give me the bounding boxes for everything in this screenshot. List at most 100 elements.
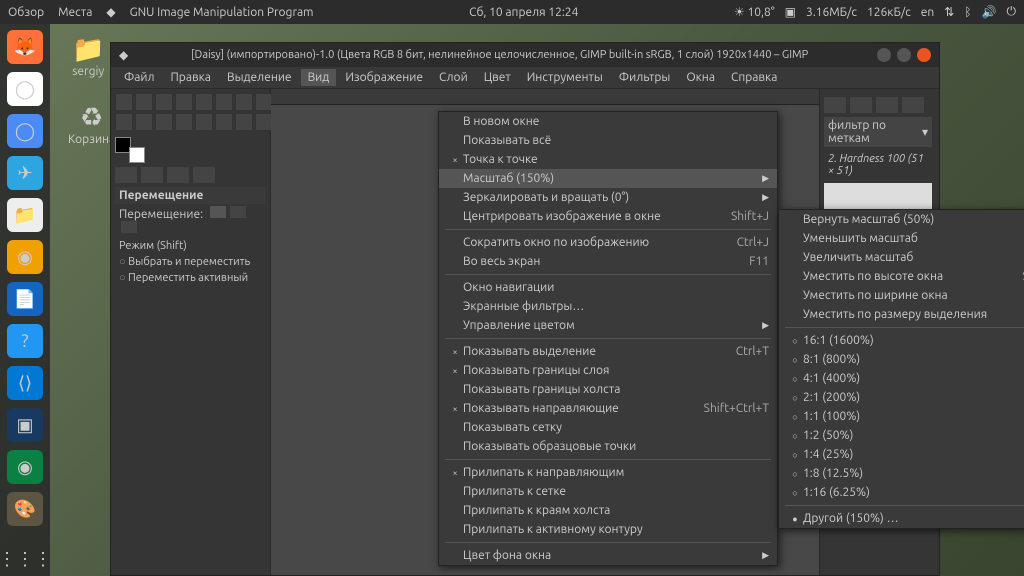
desktop-trash[interactable]: ♻Корзина <box>68 102 115 146</box>
move-target-path[interactable] <box>121 221 137 233</box>
power-icon[interactable]: ⏻ <box>1007 5 1017 19</box>
tool-12[interactable] <box>195 113 213 131</box>
move-pick[interactable]: Выбрать и переместить <box>115 254 266 270</box>
canvas-area[interactable]: В новом окнеПоказывать всё×Точка к точке… <box>271 89 819 575</box>
tool-4[interactable] <box>195 93 213 111</box>
tab-history[interactable] <box>902 97 924 113</box>
menu-справка[interactable]: Справка <box>724 69 784 86</box>
menu-item[interactable]: Уместить по размеру выделения <box>779 305 1024 324</box>
dock-help[interactable]: ? <box>7 324 43 358</box>
network-icon[interactable]: ⇅ <box>944 5 954 19</box>
dock-chrome[interactable]: ◯ <box>7 72 43 106</box>
tool-6[interactable] <box>235 93 253 111</box>
tab-fonts[interactable] <box>876 97 898 113</box>
menu-item[interactable]: Прилипать к сетке <box>439 482 777 501</box>
menu-item[interactable]: ○1:4 (25%)Shift+3 <box>779 445 1024 464</box>
minimize-button[interactable] <box>877 48 891 62</box>
menu-item[interactable]: Масштаб (150%)▶ <box>439 169 777 188</box>
dock-gimp[interactable]: 🎨 <box>7 492 43 526</box>
app-menu[interactable]: GNU Image Manipulation Program <box>130 6 314 19</box>
menu-item[interactable]: ○1:1 (100%)1 <box>779 407 1024 426</box>
menu-item[interactable]: Прилипать к активному контуру <box>439 520 777 539</box>
dock-virtualbox[interactable]: ▣ <box>7 408 43 442</box>
maximize-button[interactable] <box>897 48 911 62</box>
menu-item[interactable]: ○1:2 (50%)Shift+2 <box>779 426 1024 445</box>
menu-выделение[interactable]: Выделение <box>220 69 299 86</box>
tab-undo[interactable] <box>193 167 215 183</box>
menu-item[interactable]: Во весь экранF11 <box>439 252 777 271</box>
menu-item[interactable]: Экранные фильтры… <box>439 297 777 316</box>
menu-item[interactable]: Показывать всё <box>439 131 777 150</box>
menu-item[interactable]: Увеличить масштаб+ <box>779 248 1024 267</box>
tool-11[interactable] <box>175 113 193 131</box>
tool-3[interactable] <box>175 93 193 111</box>
menu-изображение[interactable]: Изображение <box>338 69 430 86</box>
move-target-selection[interactable] <box>230 206 246 218</box>
menu-item[interactable]: ×Показывать направляющиеShift+Ctrl+T <box>439 399 777 418</box>
dock-rhythmbox[interactable]: ◉ <box>7 240 43 274</box>
menu-инструменты[interactable]: Инструменты <box>520 69 610 86</box>
menu-item[interactable]: Уменьшить масштаб- <box>779 229 1024 248</box>
tool-13[interactable] <box>215 113 233 131</box>
filter-tags-input[interactable]: фильтр по меткам▾ <box>824 117 932 147</box>
menu-вид[interactable]: Вид <box>301 69 337 86</box>
menu-item[interactable]: Показывать границы холста <box>439 380 777 399</box>
menu-item[interactable]: Показывать сетку <box>439 418 777 437</box>
tool-9[interactable] <box>135 113 153 131</box>
menu-item[interactable]: Окно навигации <box>439 278 777 297</box>
menu-item[interactable]: ○1:16 (6.25%)Shift+5 <box>779 483 1024 502</box>
color-swatches[interactable] <box>115 137 145 163</box>
menu-item[interactable]: Уместить по ширине окна <box>779 286 1024 305</box>
menu-item[interactable]: ×Показывать границы слоя <box>439 361 777 380</box>
color-icon[interactable]: ▣ <box>785 5 796 19</box>
menu-item[interactable]: Сократить окно по изображениюCtrl+J <box>439 233 777 252</box>
bluetooth-icon[interactable]: ᛒ <box>964 6 971 19</box>
tool-8[interactable] <box>115 113 133 131</box>
menu-цвет[interactable]: Цвет <box>477 69 518 86</box>
tab-tool-options[interactable] <box>115 167 137 183</box>
menu-item[interactable]: Уместить по высоте окнаShift+Ctrl+J <box>779 267 1024 286</box>
clock[interactable]: Сб, 10 апреля 12:24 <box>328 6 720 19</box>
menu-item[interactable]: Вернуть масштаб (50%)` <box>779 210 1024 229</box>
menu-item[interactable]: ×Точка к точке <box>439 150 777 169</box>
dock-files[interactable]: 📁 <box>7 198 43 232</box>
dock-telegram[interactable]: ✈ <box>7 156 43 190</box>
activities[interactable]: Обзор <box>8 6 44 19</box>
weather-indicator[interactable]: ☀ 10,8° <box>734 5 775 19</box>
menu-файл[interactable]: Файл <box>117 69 162 86</box>
tool-0[interactable] <box>115 93 133 111</box>
dock-anydesk[interactable]: ◉ <box>7 450 43 484</box>
menu-item[interactable]: ○4:1 (400%)3 <box>779 369 1024 388</box>
menu-item[interactable]: В новом окне <box>439 112 777 131</box>
tool-10[interactable] <box>155 113 173 131</box>
close-button[interactable] <box>917 48 931 62</box>
menu-item[interactable]: Показывать образцовые точки <box>439 437 777 456</box>
desktop-home[interactable]: 📁sergiy <box>72 34 104 78</box>
dock-writer[interactable]: 📄 <box>7 282 43 316</box>
tool-5[interactable] <box>215 93 233 111</box>
menu-item[interactable]: ×Показывать выделениеCtrl+T <box>439 342 777 361</box>
move-target-layer[interactable] <box>210 206 226 218</box>
menu-фильтры[interactable]: Фильтры <box>612 69 678 86</box>
dock-firefox[interactable]: 🦊 <box>7 30 43 64</box>
menu-окна[interactable]: Окна <box>679 69 722 86</box>
menu-item[interactable]: Прилипать к краям холста <box>439 501 777 520</box>
menu-правка[interactable]: Правка <box>164 69 218 86</box>
menu-item[interactable]: Управление цветом▶ <box>439 316 777 335</box>
menu-item[interactable]: ○1:8 (12.5%)Shift+4 <box>779 464 1024 483</box>
menu-item[interactable]: Цвет фона окна▶ <box>439 546 777 565</box>
menu-item[interactable]: Центрировать изображение в окнеShift+J <box>439 207 777 226</box>
places-menu[interactable]: Места <box>58 6 92 19</box>
menu-item[interactable]: ○2:1 (200%)2 <box>779 388 1024 407</box>
menu-item[interactable]: ○8:1 (800%)4 <box>779 350 1024 369</box>
lang-indicator[interactable]: en <box>921 6 934 19</box>
dock-chromium[interactable]: ◯ <box>7 114 43 148</box>
tab-images[interactable] <box>167 167 189 183</box>
tab-brushes[interactable] <box>824 97 846 113</box>
dock-apps[interactable]: ⋮⋮⋮ <box>7 542 43 576</box>
menu-item[interactable]: Зеркалировать и вращать (0°)▶ <box>439 188 777 207</box>
menu-item[interactable]: ○16:1 (1600%)5 <box>779 331 1024 350</box>
tab-device[interactable] <box>141 167 163 183</box>
menu-слой[interactable]: Слой <box>432 69 475 86</box>
dock-vscode[interactable]: ⟨⟩ <box>7 366 43 400</box>
